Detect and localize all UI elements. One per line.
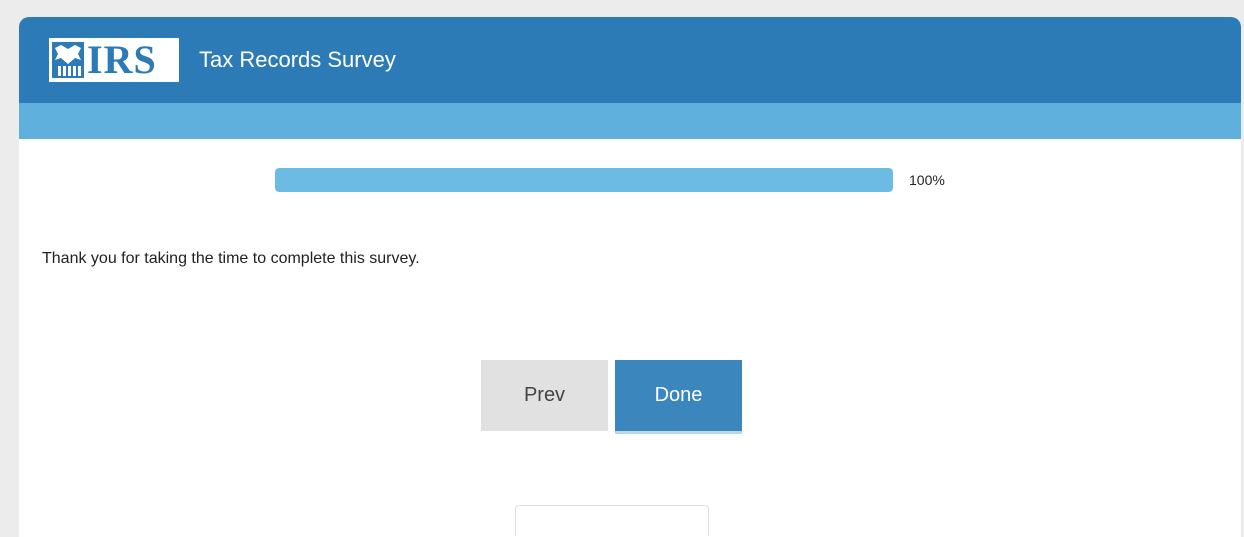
done-button[interactable]: Done: [615, 360, 742, 431]
page-title: Tax Records Survey: [199, 47, 396, 72]
progress-row: 100%: [275, 168, 945, 192]
header-bar: IRS Tax Records Survey: [19, 17, 1241, 103]
completion-message: Thank you for taking the time to complet…: [42, 250, 420, 267]
irs-eagle-icon: [51, 40, 85, 80]
progress-percent-label: 100%: [909, 172, 945, 188]
irs-logo: IRS: [49, 38, 179, 82]
irs-logo-text: IRS: [87, 37, 157, 82]
prev-button[interactable]: Prev: [481, 360, 608, 431]
footer-element: [515, 505, 709, 536]
progress-bar-fill: [275, 168, 893, 192]
sub-header-bar: [19, 103, 1241, 139]
progress-bar: [275, 168, 893, 192]
survey-card: IRS Tax Records Survey: [19, 17, 1241, 537]
